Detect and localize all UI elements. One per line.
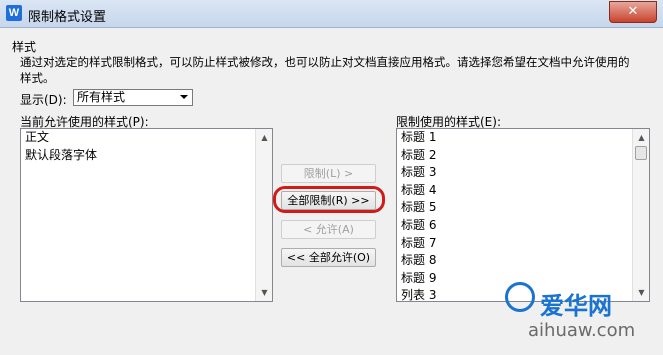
restricted-list-scrollbar[interactable]: ▲ ▼ — [632, 129, 649, 301]
scroll-down-icon[interactable]: ▼ — [257, 285, 272, 300]
list-item[interactable]: 标题 3 — [397, 164, 649, 182]
close-button[interactable]: ✕ — [609, 1, 657, 23]
scroll-down-icon[interactable]: ▼ — [634, 285, 649, 300]
allowed-styles-list[interactable]: 正文 默认段落字体 ▲ ▼ — [20, 128, 273, 302]
allow-all-button[interactable]: << 全部允许(O) — [281, 248, 376, 267]
dropdown-arrow-icon — [180, 95, 188, 99]
scroll-thumb[interactable] — [635, 146, 647, 160]
group-label: 样式 — [12, 40, 37, 54]
description-line2: 样式。 — [20, 71, 55, 85]
list-item[interactable]: 标题 7 — [397, 235, 649, 253]
list-item[interactable]: 默认段落字体 — [21, 147, 272, 165]
list-item[interactable]: 正文 — [21, 129, 272, 147]
allow-button[interactable]: < 允许(A) — [281, 220, 376, 239]
allowed-list-scrollbar[interactable]: ▲ ▼ — [255, 129, 272, 301]
list-item[interactable]: 标题 5 — [397, 199, 649, 217]
description-line1: 通过对选定的样式限制格式，可以防止样式被修改，也可以防止对文档直接应用格式。请选… — [20, 55, 630, 69]
list-item[interactable]: 标题 1 — [397, 129, 649, 147]
title-bar: W 限制格式设置 ✕ — [0, 0, 663, 28]
scroll-up-icon[interactable]: ▲ — [257, 130, 272, 145]
app-icon: W — [6, 5, 22, 21]
watermark-logo-icon — [505, 282, 535, 312]
highlight-annotation — [273, 186, 385, 213]
list-item[interactable]: 标题 4 — [397, 182, 649, 200]
restrict-button[interactable]: 限制(L) > — [281, 164, 376, 183]
list-item[interactable]: 标题 2 — [397, 147, 649, 165]
window-title: 限制格式设置 — [28, 10, 107, 25]
display-label: 显示(D): — [20, 93, 67, 107]
watermark-text: 爱华网 — [540, 292, 612, 320]
list-item[interactable]: 标题 8 — [397, 252, 649, 270]
display-select-value: 所有样式 — [77, 90, 126, 104]
restricted-styles-list[interactable]: 标题 1 标题 2 标题 3 标题 4 标题 5 标题 6 标题 7 标题 8 … — [396, 128, 650, 302]
display-select[interactable]: 所有样式 — [73, 89, 193, 106]
scroll-up-icon[interactable]: ▲ — [634, 130, 649, 145]
list-item[interactable]: 标题 6 — [397, 217, 649, 235]
watermark-url: aihuaw.com — [528, 320, 636, 341]
